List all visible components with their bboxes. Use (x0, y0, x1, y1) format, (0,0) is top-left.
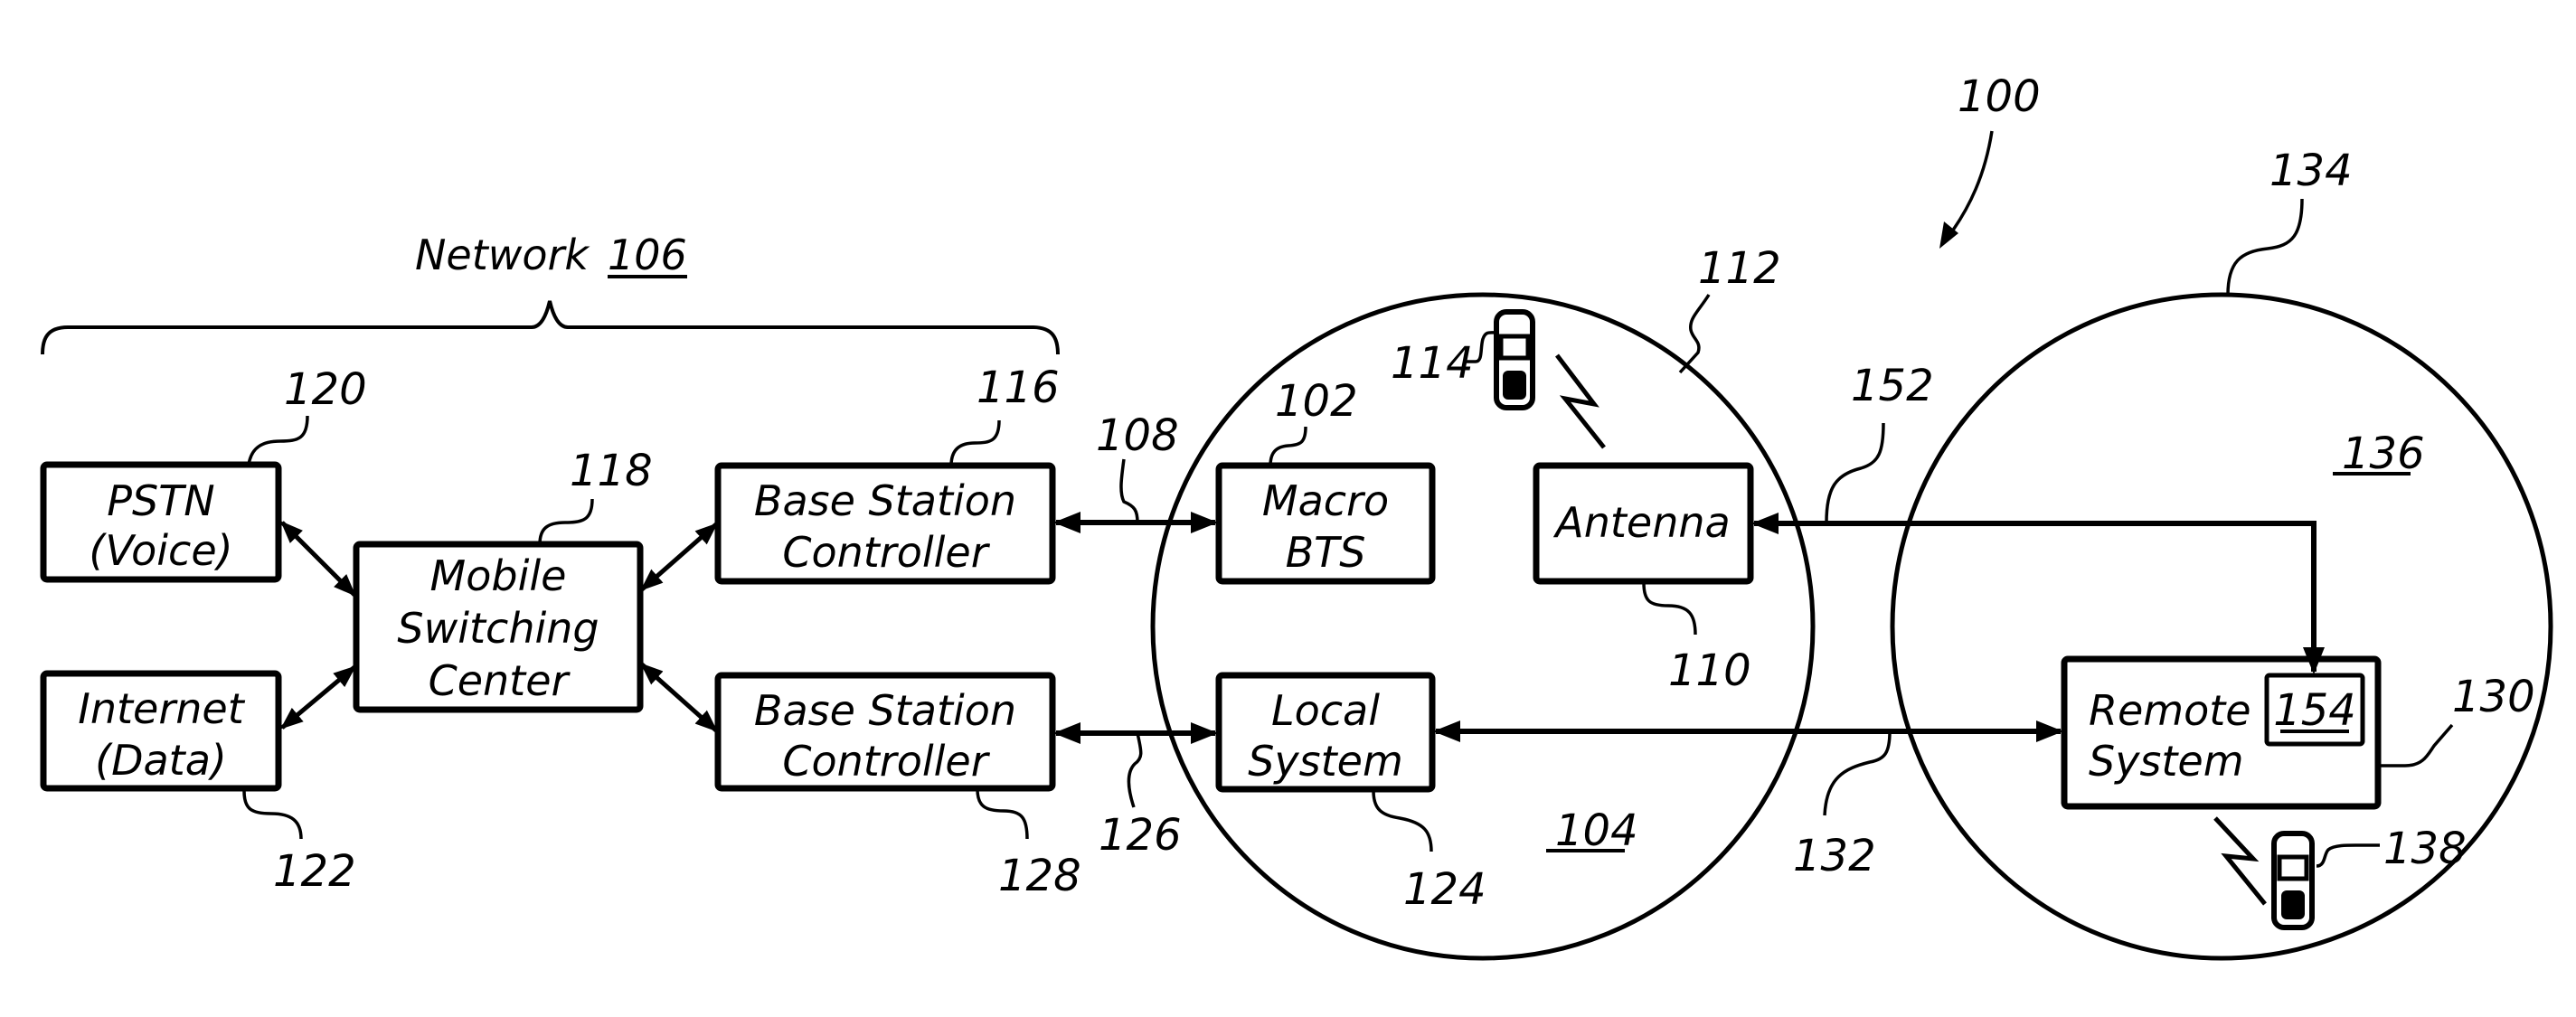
pstn-line1: PSTN (107, 476, 214, 525)
remote-antenna-link (1751, 513, 2325, 674)
msc-bsc-top-link (640, 523, 718, 591)
local-system-block[interactable]: Local System (1215, 672, 1436, 793)
internet-leader (242, 790, 303, 840)
msc-block[interactable]: Mobile Switching Center (353, 541, 644, 713)
local-remote-link-leader (1823, 730, 1892, 816)
remote-system-line1: Remote (2089, 686, 2251, 735)
msc-line3: Center (429, 656, 571, 705)
network-diagram: 100 Network 106 PSTN (Voice) 120 Interne… (40, 71, 2553, 961)
bsc-bottom-line2: Controller (782, 737, 990, 786)
remote-area-ref: 136 (2342, 428, 2425, 479)
msc-leader (538, 498, 594, 545)
antenna-label: Antenna (1552, 498, 1730, 547)
antenna-ref: 110 (1668, 645, 1751, 696)
local-system-leader (1372, 790, 1433, 852)
macro-bts-line1: Macro (1262, 476, 1389, 525)
remote-cell-leader (2226, 198, 2304, 296)
mobile-phone-screen (2277, 854, 2309, 881)
bsc-bottom-block[interactable]: Base Station Controller (714, 672, 1056, 792)
macro-bts-block[interactable]: Macro BTS (1215, 462, 1436, 585)
network-ref: 106 (608, 231, 687, 279)
antenna-leader (1642, 582, 1697, 636)
network-group: Network 106 (41, 231, 1060, 355)
macro-cell-boundary (1150, 292, 1816, 961)
internet-line1: Internet (78, 684, 245, 733)
bsc-bottom-ref: 128 (998, 851, 1081, 901)
remote-antenna-link-leader (1825, 422, 1885, 523)
mobile-device-remote[interactable] (2271, 831, 2315, 930)
mobile-phone-keypad (1503, 371, 1526, 400)
local-system-line1: Local (1271, 686, 1380, 735)
bsc-top-line2: Controller (782, 528, 990, 577)
macro-bts-leader (1269, 426, 1307, 466)
remote-module-ref: 154 (2273, 685, 2356, 736)
remote-system-line2: System (2089, 737, 2244, 786)
msc-ref: 118 (570, 446, 653, 496)
bsc-macro-link-ref: 108 (1096, 410, 1179, 461)
internet-line2: (Data) (95, 736, 227, 785)
figure-ref-label: 100 (1958, 71, 2041, 122)
local-system-ref: 124 (1403, 864, 1486, 915)
figure-reference: 100 (1939, 71, 2041, 249)
remote-system-block[interactable]: Remote System 154 (2061, 655, 2382, 810)
pstn-block[interactable]: PSTN (Voice) (40, 461, 282, 583)
msc-line1: Mobile (430, 551, 567, 600)
bsc-bottom-leader (976, 788, 1029, 840)
local-remote-link-ref: 132 (1793, 831, 1876, 881)
macro-cell-ref: 112 (1698, 243, 1781, 294)
remote-antenna-link-ref: 152 (1851, 361, 1934, 411)
pstn-ref: 120 (284, 364, 367, 415)
internet-block[interactable]: Internet (Data) (40, 670, 282, 792)
pstn-msc-link (280, 521, 356, 597)
local-system-line2: System (1248, 737, 1403, 786)
remote-system-leader (2381, 723, 2454, 767)
internet-ref: 122 (273, 846, 356, 897)
mobile-phone-keypad (2281, 890, 2305, 919)
remote-cell-ref: 134 (2269, 146, 2353, 196)
macro-wireless-signal-icon (1555, 353, 1606, 449)
macro-bts-line2: BTS (1286, 528, 1366, 577)
mobile-macro-ref: 114 (1391, 338, 1474, 389)
macro-bts-ref: 102 (1275, 376, 1358, 427)
pstn-leader (247, 415, 309, 466)
bsc-top-leader (949, 419, 1001, 466)
bsc-local-link-ref: 126 (1099, 810, 1182, 861)
bsc-local-link-leader (1127, 732, 1143, 808)
mobile-phone-screen (1498, 334, 1531, 361)
bsc-bottom-line1: Base Station (754, 686, 1016, 735)
internet-msc-link (280, 665, 356, 730)
bsc-top-block[interactable]: Base Station Controller (714, 462, 1056, 585)
pstn-line2: (Voice) (89, 526, 232, 575)
remote-wireless-signal-icon (2213, 816, 2267, 906)
msc-line2: Switching (397, 604, 599, 653)
mobile-remote-ref: 138 (2383, 824, 2467, 874)
bsc-top-ref: 116 (977, 363, 1060, 413)
antenna-block[interactable]: Antenna (1533, 462, 1754, 585)
mobile-device-macro[interactable] (1494, 309, 1535, 410)
mobile-remote-leader (2316, 843, 2380, 868)
bsc-macro-link-leader (1119, 458, 1139, 523)
bsc-top-line1: Base Station (754, 476, 1016, 525)
network-label: Network (415, 231, 590, 279)
figure-ref-arrow (1942, 130, 1994, 244)
remote-system-ref: 130 (2452, 672, 2535, 722)
msc-bsc-bottom-link (640, 663, 718, 732)
network-brace (41, 300, 1060, 355)
macro-area-ref: 104 (1555, 805, 1638, 856)
